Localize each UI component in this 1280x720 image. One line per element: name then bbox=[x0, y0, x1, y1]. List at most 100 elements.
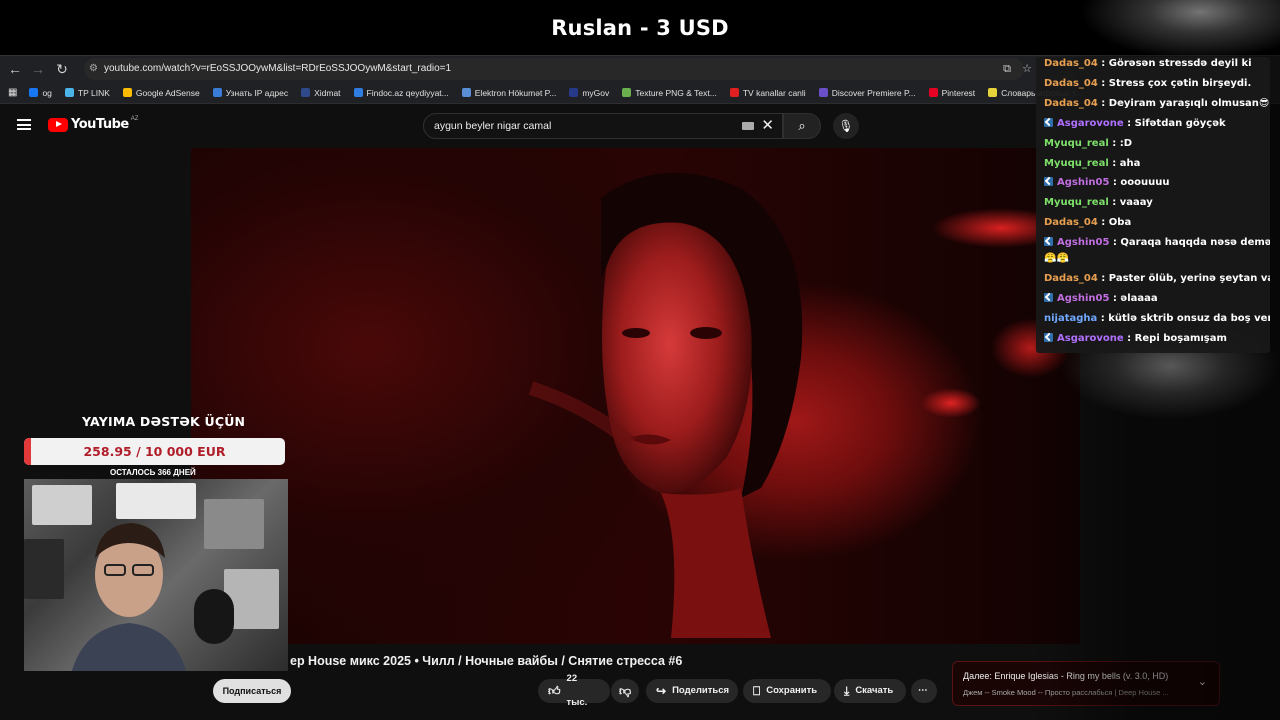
subscriber-badge-icon bbox=[1044, 293, 1053, 302]
chat-separator: : bbox=[1108, 158, 1120, 169]
bookmark-item[interactable]: TP LINK bbox=[64, 88, 110, 98]
chat-username: Dadas_04 bbox=[1044, 98, 1098, 109]
microphone bbox=[194, 589, 234, 644]
search-icon: ⌕ bbox=[798, 118, 806, 133]
dislike-button[interactable]: 👎︎ bbox=[611, 679, 639, 703]
share-label: Поделиться bbox=[672, 685, 730, 696]
chat-text: Stress çox çətin birşeydi. bbox=[1108, 78, 1252, 89]
region-code: AZ bbox=[130, 115, 139, 122]
chat-message: nijatagha : kütlə sktrib onsuz da boş ve… bbox=[1044, 312, 1270, 325]
chat-username: Agshin05 bbox=[1057, 237, 1110, 248]
keyboard-icon[interactable] bbox=[742, 122, 754, 130]
stream-chat: Dadas_04 : Görəsən stressdə deyil ki Dada… bbox=[1036, 57, 1270, 353]
like-button[interactable]: 👍︎ 22 тыс. bbox=[538, 673, 610, 708]
chat-username: Dadas_04 bbox=[1044, 217, 1098, 228]
bookmark-favicon-icon bbox=[729, 88, 739, 97]
bookmark-item[interactable]: TV kanallar canli bbox=[729, 87, 806, 98]
download-label: Скачать bbox=[855, 685, 894, 696]
bookmark-item[interactable]: myGov bbox=[569, 88, 609, 98]
url-text: youtube.com/watch?v=rEoSSJOOywM&list=RDr… bbox=[104, 63, 452, 74]
bookmark-label: Findoc.az qeydiyyat... bbox=[366, 87, 449, 98]
subscriber-badge-icon bbox=[1044, 237, 1053, 246]
chat-message: Myuqu_real : vaaay bbox=[1044, 196, 1153, 209]
chat-text: 😤😤 bbox=[1044, 253, 1069, 264]
forward-icon[interactable]: → bbox=[30, 61, 46, 77]
site-info-icon[interactable]: ⚙ bbox=[89, 58, 98, 80]
bookmark-label: TV kanallar canli bbox=[742, 87, 806, 98]
subscriber-badge-icon bbox=[1044, 177, 1053, 186]
chat-message: Asgarovone : Repi boşamışam bbox=[1044, 332, 1227, 345]
save-button[interactable]: ⎕ Сохранить bbox=[743, 679, 831, 703]
search-button[interactable]: ⌕ bbox=[783, 113, 821, 139]
bookmark-item[interactable]: Google AdSense bbox=[122, 88, 200, 98]
download-button[interactable]: ⤓ Скачать bbox=[834, 679, 906, 703]
chat-username: Myuqu_real bbox=[1044, 158, 1109, 169]
bookmark-icon: ⎕ bbox=[753, 684, 761, 698]
chat-message: Dadas_04 : Deyiram yaraşıqlı olmusan😎 bbox=[1044, 97, 1269, 110]
chat-separator: : bbox=[1097, 98, 1109, 109]
chat-message: 😤😤 bbox=[1044, 252, 1069, 265]
reload-icon[interactable]: ↻ bbox=[54, 61, 70, 77]
bookmark-item[interactable]: Pinterest bbox=[928, 87, 976, 98]
bookmark-label: myGov bbox=[582, 87, 610, 98]
bookmark-label: Pinterest bbox=[941, 87, 976, 98]
chat-username: Dadas_04 bbox=[1044, 78, 1098, 89]
chat-text: Qaraqa haqqda nəsə deməd!? bbox=[1120, 237, 1270, 248]
chat-separator: : bbox=[1123, 333, 1135, 344]
chat-message: Asgarovone : Sifətdan göyçək bbox=[1044, 117, 1226, 130]
install-app-icon[interactable]: ⧉ bbox=[999, 61, 1015, 77]
chat-username: Myuqu_real bbox=[1044, 138, 1109, 149]
menu-icon[interactable] bbox=[17, 119, 31, 130]
chat-text: Görəsən stressdə deyil ki bbox=[1108, 58, 1252, 69]
url-field[interactable]: ⚙ youtube.com/watch?v=rEoSSJOOywM&list=R… bbox=[84, 58, 1024, 80]
bookmark-item[interactable]: Discover Premiere P... bbox=[818, 88, 916, 98]
youtube-play-icon bbox=[48, 117, 68, 132]
bookmark-label: Texture PNG & Text... bbox=[635, 87, 717, 98]
youtube-logo[interactable]: YouTube AZ bbox=[48, 115, 139, 132]
save-label: Сохранить bbox=[766, 685, 818, 696]
bookmark-item[interactable]: og bbox=[29, 87, 52, 98]
chat-text: Oba bbox=[1108, 217, 1132, 228]
video-player[interactable] bbox=[191, 148, 1080, 644]
chat-separator: : bbox=[1109, 237, 1121, 248]
share-button[interactable]: ↪ Поделиться bbox=[646, 679, 738, 703]
thumbs-down-icon: 👎︎ bbox=[619, 684, 632, 698]
video-light bbox=[921, 388, 981, 418]
chat-username: Dadas_04 bbox=[1044, 58, 1098, 69]
subscriber-badge-icon bbox=[1044, 333, 1053, 342]
clear-search-icon[interactable]: ✕ bbox=[761, 114, 774, 138]
chat-separator: : bbox=[1108, 138, 1120, 149]
chat-message: Dadas_04 : Paster ölüb, yerinə şeytan va… bbox=[1044, 272, 1270, 285]
chat-message: Myuqu_real : aha bbox=[1044, 157, 1140, 170]
chat-message: Dadas_04 : Stress çox çətin birşeydi. bbox=[1044, 77, 1251, 90]
bookmark-label: Elektron Hökumət P... bbox=[474, 87, 557, 98]
search-input[interactable]: aygun beyler nigar camal ✕ bbox=[423, 113, 783, 139]
bookmark-label: og bbox=[42, 87, 52, 98]
banner-title: Ruslan - 3 USD bbox=[551, 15, 729, 40]
subscribe-button[interactable]: Подписаться bbox=[213, 679, 291, 703]
bookmark-item[interactable]: Findoc.az qeydiyyat... bbox=[353, 87, 449, 98]
thumbs-up-icon: 👍︎ bbox=[548, 684, 561, 698]
donation-progress-bar: 258.95 / 10 000 EUR bbox=[24, 438, 285, 465]
chat-text: Repi boşamışam bbox=[1134, 333, 1227, 344]
bookmark-label: Xidmat bbox=[314, 87, 341, 98]
donation-remaining: ОСТАЛОСЬ 366 ДНЕЙ bbox=[110, 468, 196, 477]
apps-icon[interactable]: ▦ bbox=[8, 87, 17, 98]
voice-search-button[interactable]: 🎙 bbox=[833, 113, 859, 139]
more-icon: ⋯ bbox=[918, 685, 928, 696]
chat-message: Dadas_04 : Oba bbox=[1044, 216, 1131, 229]
bookmark-item[interactable]: Texture PNG & Text... bbox=[622, 88, 717, 98]
chat-separator: : bbox=[1109, 177, 1121, 188]
bookmark-favicon-icon bbox=[29, 88, 39, 97]
share-icon: ↪ bbox=[656, 684, 667, 698]
sticker bbox=[24, 539, 64, 599]
video-frame-woman bbox=[528, 172, 803, 638]
bookmark-item[interactable]: Xidmat bbox=[301, 87, 341, 98]
back-icon[interactable]: ← bbox=[7, 61, 23, 77]
bookmark-item[interactable]: Elektron Hökumət P... bbox=[461, 87, 557, 98]
more-actions-button[interactable]: ⋯ bbox=[911, 679, 937, 703]
mic-icon: 🎙 bbox=[838, 119, 854, 133]
bookmark-favicon-icon bbox=[461, 88, 471, 97]
bookmark-item[interactable]: Узнать IP адрес bbox=[212, 88, 288, 98]
chat-separator: : bbox=[1097, 313, 1109, 324]
